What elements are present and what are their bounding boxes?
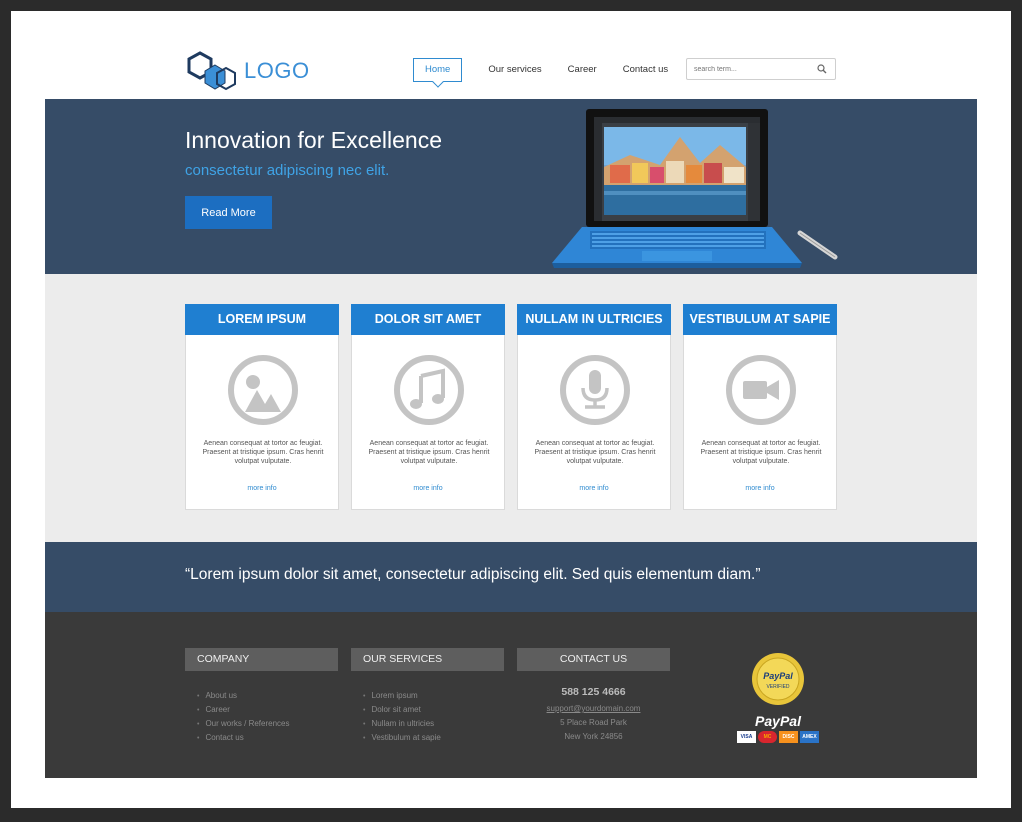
more-info-link[interactable]: more info [186,485,338,492]
feature-title: DOLOR SIT AMET [351,304,505,335]
search-box [686,58,836,80]
footer-services-list: Lorem ipsum Dolor sit amet Nullam in ult… [363,689,441,745]
seal-bottom-text: VERIFIED [766,684,789,690]
mastercard-icon: MC [758,731,777,743]
quote-text: “Lorem ipsum dolor sit amet, consectetur… [185,566,761,583]
feature-title: LOREM IPSUM [185,304,339,335]
feature-text: Aenean consequat at tortor ac feugiat. P… [534,440,656,465]
search-icon[interactable] [817,64,827,74]
more-info-link[interactable]: more info [684,485,836,492]
page: LOGO Home Our services Career Contact us… [11,11,1011,808]
footer-link-contact-us[interactable]: Contact us [197,731,289,745]
nav-career[interactable]: Career [568,59,597,81]
contact-email-link[interactable]: support@yourdomain.com [517,702,670,716]
contact-info: 588 125 4666 support@yourdomain.com 5 Pl… [517,686,670,744]
visa-card-icon: VISA [737,731,756,743]
nav-home[interactable]: Home [413,58,463,82]
footer-link-vestibulum[interactable]: Vestibulum at sapie [363,731,440,745]
card-logos: VISA MC DISC AMEX [733,731,823,743]
footer-link-career[interactable]: Career [197,703,289,717]
microphone-icon [560,355,630,425]
image-icon [228,355,298,425]
nav-contact-us[interactable]: Contact us [623,59,668,81]
feature-title: VESTIBULUM AT SAPIE [683,304,837,335]
footer-link-lorem-ipsum[interactable]: Lorem ipsum [363,689,441,703]
feature-text: Aenean consequat at tortor ac feugiat. P… [202,440,324,465]
music-icon [394,355,464,425]
laptop-image [552,109,838,268]
quote-banner: “Lorem ipsum dolor sit amet, consectetur… [45,542,977,612]
contact-phone: 588 125 4666 [561,686,626,698]
feature-card: VESTIBULUM AT SAPIE Aenean consequat at … [683,304,837,510]
footer-link-about-us[interactable]: About us [197,689,289,703]
footer-company-list: About us Career Our works / References C… [197,689,289,745]
footer-link-our-works[interactable]: Our works / References [197,717,289,731]
logo-text: LOGO [244,58,310,83]
footer-link-nullam[interactable]: Nullam in ultricies [363,717,441,731]
feature-text: Aenean consequat at tortor ac feugiat. P… [368,440,490,465]
logo[interactable]: LOGO [186,51,310,91]
paypal-badge: PayPal VERIFIED PayPal VISA MC DISC AMEX [733,652,823,743]
seal-top-text: PayPal [763,671,793,681]
feature-card: NULLAM IN ULTRICIES Aenean consequat at … [517,304,671,510]
feature-card: LOREM IPSUM Aenean consequat at tortor a… [185,304,339,510]
feature-card: DOLOR SIT AMET Aenean consequat at torto… [351,304,505,510]
footer-contact-heading: CONTACT US [517,648,670,671]
search-input[interactable] [692,64,816,74]
video-icon [726,355,796,425]
footer: COMPANY About us Career Our works / Refe… [45,612,977,778]
contact-address-line2: New York 24856 [564,732,623,741]
paypal-wordmark: PayPal [755,713,801,729]
footer-services-heading: OUR SERVICES [351,648,504,671]
discover-card-icon: DISC [779,731,798,743]
footer-company-heading: COMPANY [185,648,338,671]
amex-card-icon: AMEX [800,731,819,743]
contact-address-line1: 5 Place Road Park [560,718,627,727]
nav-our-services[interactable]: Our services [488,59,541,81]
paypal-verified-seal-icon: PayPal VERIFIED [752,653,804,705]
more-info-link[interactable]: more info [352,485,504,492]
features-section: LOREM IPSUM Aenean consequat at tortor a… [45,274,977,542]
footer-link-dolor-sit-amet[interactable]: Dolor sit amet [363,703,441,717]
hero-banner: Innovation for Excellence consectetur ad… [45,99,977,274]
main-nav: Home Our services Career Contact us [413,58,694,82]
hero-title: Innovation for Excellence [185,127,442,153]
hero-subtitle: consectetur adipiscing nec elit. [185,162,390,179]
feature-text: Aenean consequat at tortor ac feugiat. P… [700,440,822,465]
hexagon-logo-icon [187,51,236,91]
feature-title: NULLAM IN ULTRICIES [517,304,671,335]
read-more-button[interactable]: Read More [185,196,272,229]
more-info-link[interactable]: more info [518,485,670,492]
